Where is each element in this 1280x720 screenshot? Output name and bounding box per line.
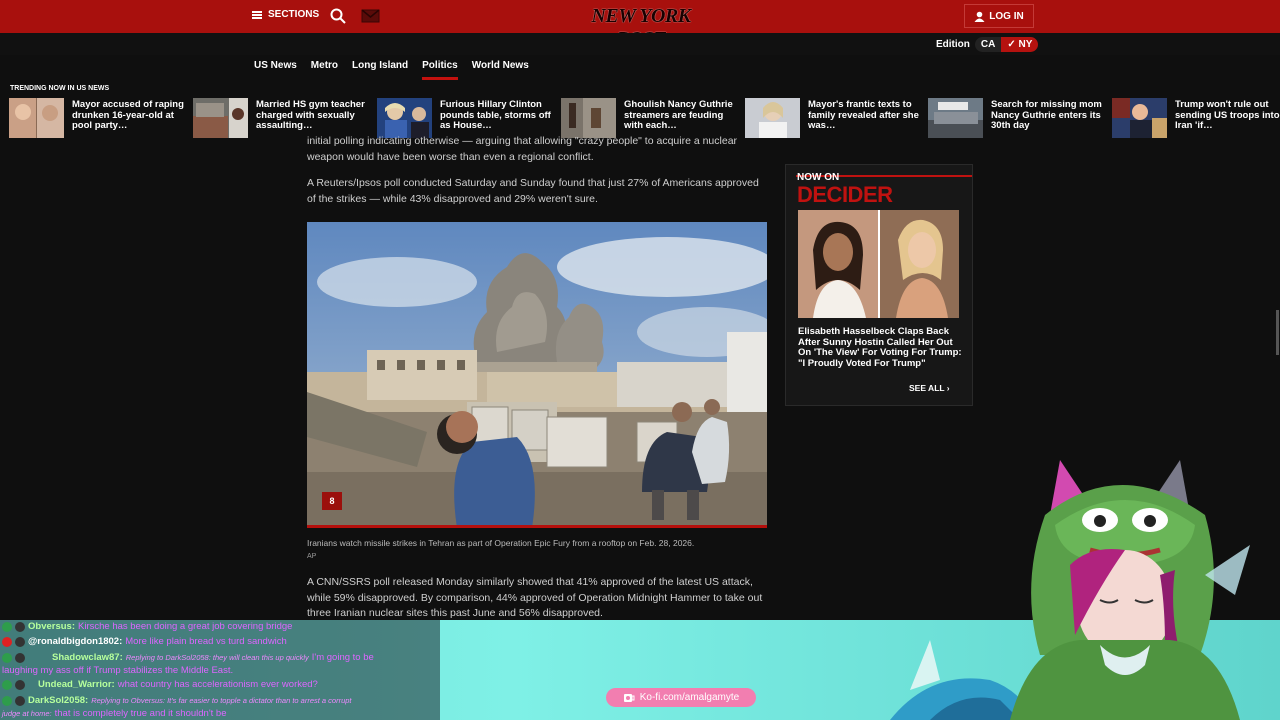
chat-message: judge at home: that is completely true a…: [2, 708, 226, 719]
badge-icon: [2, 621, 12, 632]
trending-thumbnail: [745, 98, 800, 138]
chat-username: DarkSol2058:: [28, 695, 89, 706]
login-button[interactable]: LOG IN: [964, 4, 1034, 28]
nav-item-politics[interactable]: Politics: [422, 60, 458, 80]
edition-switcher: Edition CA ✓ NY: [936, 37, 1039, 52]
trending-thumbnail: [377, 98, 432, 138]
trending-item[interactable]: Search for missing mom Nancy Guthrie ent…: [928, 98, 1106, 140]
photo-caption: Iranians watch missile strikes in Tehran…: [307, 538, 695, 548]
trending-title: Mayor accused of raping drunken 16-year-…: [72, 99, 184, 131]
badge-icon: [2, 679, 12, 690]
user-icon: [974, 11, 985, 22]
article-body: initial polling indicating otherwise — a…: [307, 135, 767, 207]
chat-text: laughing my ass off if Trump stabilizes …: [2, 665, 234, 676]
avatar-icon: [15, 652, 25, 663]
chat-reply: Replying to DarkSol2058: they will clean…: [125, 653, 309, 662]
nav-item-metro[interactable]: Metro: [311, 60, 338, 80]
avatar-icon: [15, 679, 25, 690]
search-icon[interactable]: [330, 8, 346, 24]
chat-text: that is completely true and it shouldn't…: [54, 708, 227, 719]
kofi-link[interactable]: Ko-fi.com/amalgamyte: [606, 688, 756, 707]
article-photo[interactable]: [307, 222, 767, 528]
see-all-link[interactable]: SEE ALL ›: [909, 383, 950, 393]
article-paragraph: A Reuters/Ipsos poll conducted Saturday …: [307, 177, 759, 205]
avatar-icon: [15, 621, 25, 632]
nav-item-long-island[interactable]: Long Island: [352, 60, 408, 80]
edition-toggle: CA ✓ NY: [974, 37, 1039, 52]
avatar-icon: [15, 695, 25, 706]
chat-username: Undead_Warrior:: [38, 679, 115, 690]
chat-username: Shadowclaw87:: [52, 652, 123, 663]
trending-item[interactable]: Mayor's frantic texts to family revealed…: [745, 98, 923, 140]
nav-item-us-news[interactable]: US News: [254, 60, 297, 80]
trending-thumbnail: [1112, 98, 1167, 138]
chat-message: Shadowclaw87: Replying to DarkSol2058: t…: [2, 652, 374, 663]
article-paragraph: A CNN/SSRS poll released Monday similarl…: [307, 576, 763, 619]
kofi-cup-icon: [623, 693, 635, 702]
trending-title: Search for missing mom Nancy Guthrie ent…: [991, 99, 1102, 131]
page-scrollbar[interactable]: [1276, 310, 1279, 355]
decider-story-image[interactable]: [798, 210, 959, 318]
decider-logo[interactable]: DECIDER: [797, 182, 893, 208]
edition-ny-button[interactable]: ✓ NY: [1001, 37, 1039, 52]
decider-story-title[interactable]: Elisabeth Hasselbeck Claps Back After Su…: [798, 326, 962, 369]
sections-menu-button[interactable]: SECTIONS: [252, 9, 319, 20]
chat-message: Obversus: Kirsche has been doing a great…: [2, 621, 292, 632]
photo-gallery-count[interactable]: 8: [322, 492, 342, 510]
hamburger-icon: [252, 10, 262, 19]
trending-label: TRENDING NOW IN US NEWS: [10, 85, 110, 92]
badge-icon: [2, 695, 12, 706]
avatar-icon: [15, 636, 25, 647]
login-label: LOG IN: [989, 10, 1024, 22]
chat-text: I'm going to be: [311, 652, 374, 663]
chat-message: DarkSol2058: Replying to Obversus: It's …: [2, 695, 352, 706]
edition-ca-button[interactable]: CA: [974, 37, 1002, 52]
trending-item[interactable]: Mayor accused of raping drunken 16-year-…: [9, 98, 187, 140]
trending-title: Trump won't rule out sending US troops i…: [1175, 99, 1280, 131]
trending-thumbnail: [9, 98, 64, 138]
chat-username: @ronaldbigdon1802:: [28, 636, 123, 647]
trending-thumbnail: [193, 98, 248, 138]
sections-label: SECTIONS: [268, 9, 320, 20]
chat-reply: Replying to Obversus: It's far easier to…: [91, 696, 352, 705]
section-nav: US News Metro Long Island Politics World…: [254, 60, 529, 80]
trending-thumbnail: [928, 98, 983, 138]
chat-text: More like plain bread vs turd sandwich: [125, 636, 287, 647]
site-logo[interactable]: NEW YORK POST: [574, 5, 708, 50]
kofi-label: Ko-fi.com/amalgamyte: [639, 692, 740, 703]
trending-thumbnail: [561, 98, 616, 138]
chat-username: Obversus:: [28, 621, 75, 632]
chat-text: what country has accelerationism ever wo…: [117, 679, 318, 690]
edition-bar: [0, 33, 1280, 55]
chat-message: laughing my ass off if Trump stabilizes …: [2, 665, 233, 676]
chat-message: @ronaldbigdon1802: More like plain bread…: [2, 636, 287, 647]
edition-label: Edition: [936, 39, 970, 50]
mail-icon[interactable]: [361, 9, 380, 23]
top-header-bar: SECTIONS NEW YORK POST LOG IN: [0, 0, 1280, 50]
chat-reply: judge at home:: [2, 709, 52, 718]
badge-icon: [2, 652, 12, 663]
article-paragraph: initial polling indicating otherwise — a…: [307, 135, 738, 163]
chat-text: Kirsche has been doing a great job cover…: [78, 621, 293, 632]
badge-icon: [2, 636, 12, 647]
chat-message: Undead_Warrior: what country has acceler…: [2, 679, 318, 690]
nav-item-world-news[interactable]: World News: [472, 60, 529, 80]
trending-item[interactable]: Trump won't rule out sending US troops i…: [1112, 98, 1280, 140]
photo-credit: AP: [307, 553, 317, 560]
tehran-strike-image: [307, 222, 767, 525]
vtuber-avatar: [1010, 460, 1250, 720]
trending-title: Mayor's frantic texts to family revealed…: [808, 99, 919, 131]
